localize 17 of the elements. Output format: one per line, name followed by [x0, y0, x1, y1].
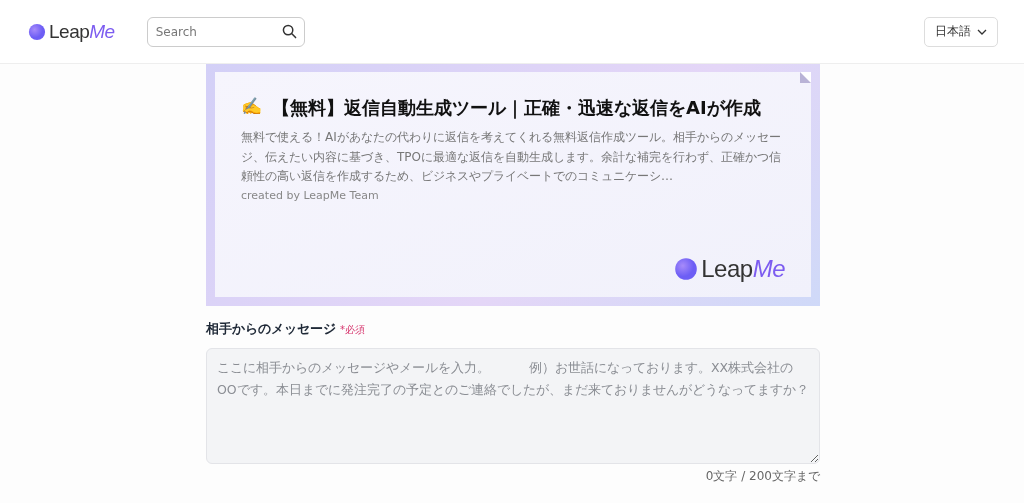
writing-hand-icon: ✍ [241, 96, 262, 120]
logo-mark-icon [674, 257, 699, 281]
author-credit: created by LeapMe Team [241, 188, 380, 202]
tool-title-text: 【無料】返信自動生成ツール｜正確・迅速な返信をAIが作成 [272, 96, 761, 120]
logo-wordmark: LeapMe [49, 20, 115, 43]
search-field[interactable]: Search [146, 16, 305, 47]
tool-description: 無料で使える！AIがあなたの代わりに返信を考えてくれる無料返信作成ツール。相手からのメッセージ、伝えたい内容に基づき、TPOに最適な返信を自動生成します。余計な補完を行わず、正確かつ信頼性の高い返信を作成するため、ビジネスやプライベートでのコミュニケーシ… [241, 129, 782, 185]
search-icon [281, 23, 297, 39]
required-tag: *必須 [340, 323, 365, 337]
chevron-down-icon [977, 28, 987, 35]
language-dropdown[interactable]: 日本語 [924, 16, 998, 47]
folded-corner [800, 72, 811, 83]
message-input[interactable]: ここに相手からのメッセージやメールを入力。 例）お世話になっております。XX株式会社のOOです。本日までに発注完了の予定とのご連絡でしたが、まだ来ておりませんがどうなってますか？ [206, 348, 820, 464]
field-label: 相手からのメッセージ [206, 320, 336, 338]
character-counter: 0文字 / 200文字まで [705, 469, 820, 483]
logo-mark-icon [28, 22, 46, 41]
logo-wordmark: LeapMe [701, 255, 785, 283]
